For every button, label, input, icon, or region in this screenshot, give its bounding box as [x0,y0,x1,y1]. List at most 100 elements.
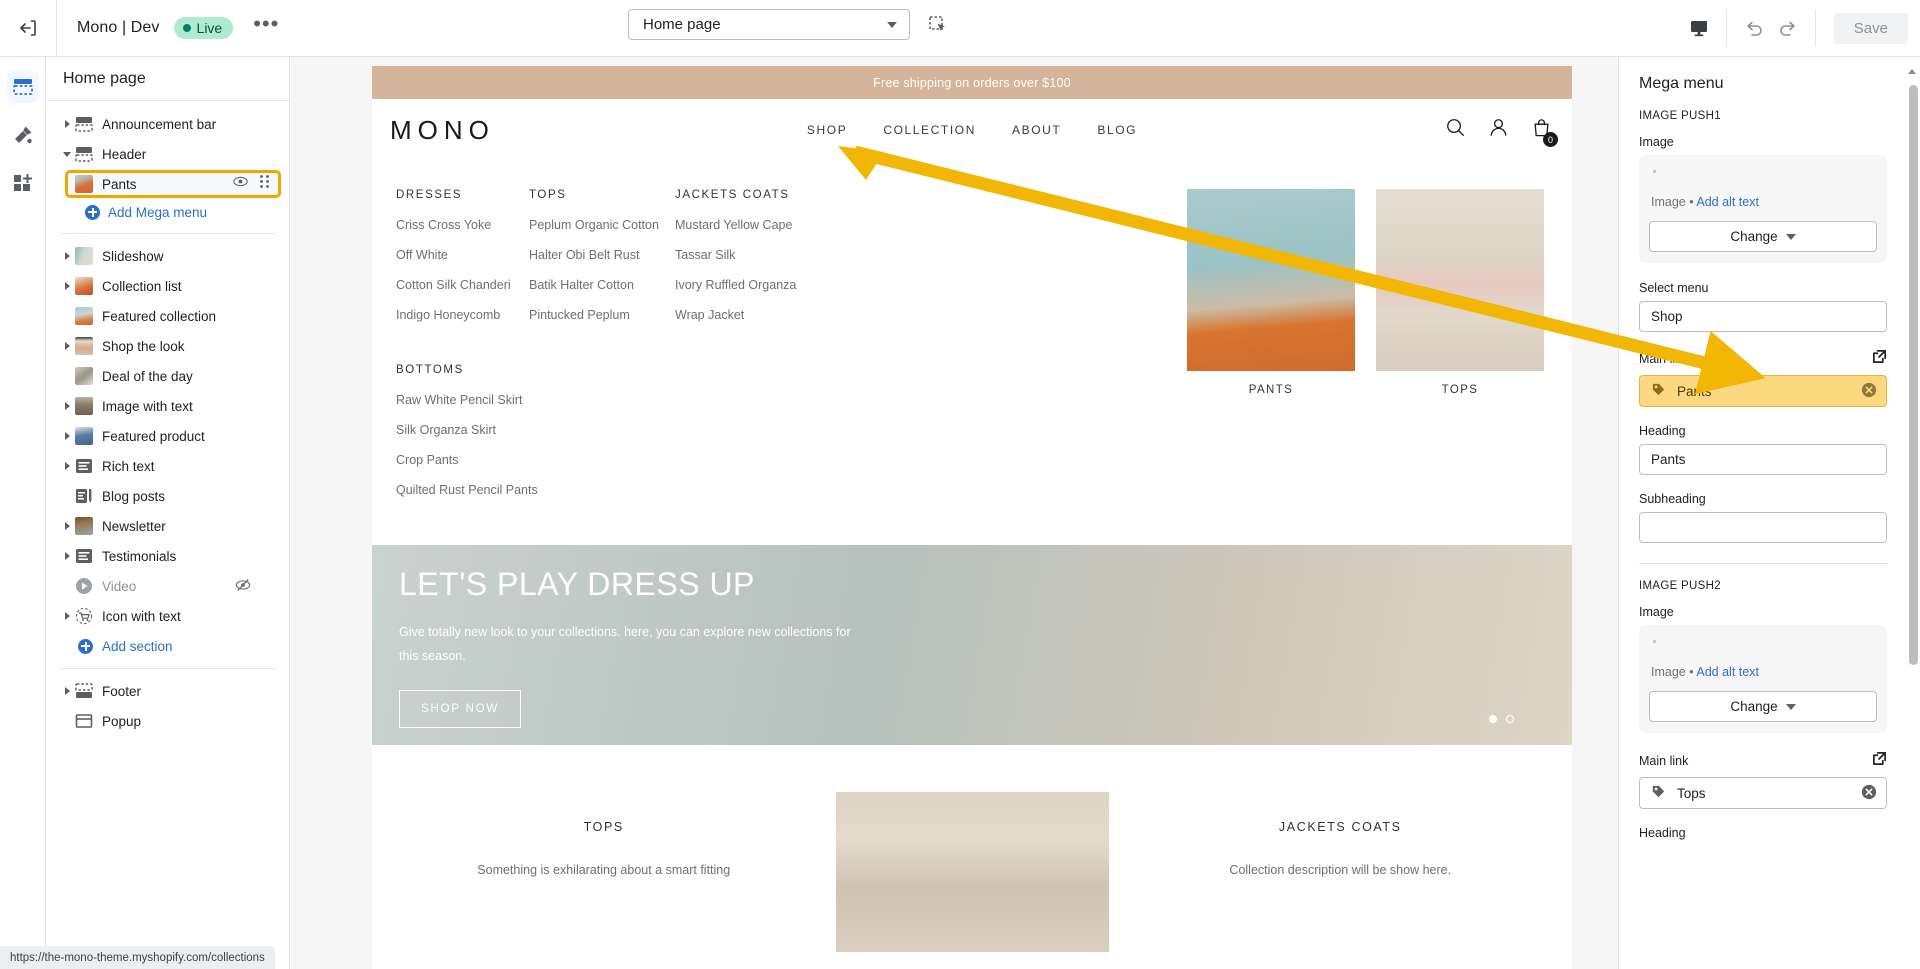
chevron-right-icon[interactable] [61,552,73,560]
chevron-right-icon[interactable] [61,612,73,620]
sidebar-item-header[interactable]: Header [47,139,289,169]
add-alt-text-link-2[interactable]: Add alt text [1696,665,1759,679]
change-image-button-2[interactable]: Change [1649,691,1877,722]
main-link-chip-pants[interactable]: Pants [1639,375,1887,407]
clear-circle-icon[interactable] [1861,382,1877,401]
select-menu-input[interactable] [1639,301,1887,332]
chevron-down-icon[interactable] [61,151,73,157]
chevron-right-icon[interactable] [61,282,73,290]
nav-link-blog[interactable]: BLOG [1097,123,1137,137]
sidebar-item-slideshow[interactable]: Slideshow [47,241,289,271]
sidebar-item-newsletter[interactable]: Newsletter [47,511,289,541]
collection-card-tops[interactable]: TOPS Something is exhilarating about a s… [392,792,816,881]
external-link-icon[interactable] [1872,349,1887,369]
subheading-input-1[interactable] [1639,512,1887,543]
sidebar-item-popup[interactable]: Popup [47,706,289,736]
sections-sidebar: Home page Announcement bar Header Pants [47,57,290,969]
chevron-right-icon[interactable] [61,252,73,260]
rail-apps-button[interactable] [7,167,39,199]
chevron-right-icon[interactable] [61,522,73,530]
search-icon[interactable] [1445,117,1466,143]
hero-slideshow[interactable]: LET'S PLAY DRESS UP Give totally new loo… [372,545,1572,745]
scrollbar-thumb[interactable] [1909,85,1918,665]
add-alt-text-link-1[interactable]: Add alt text [1696,195,1759,209]
undo-button[interactable] [1737,11,1771,45]
settings-panel-scrollbar[interactable] [1906,63,1918,963]
account-icon[interactable] [1488,117,1509,143]
mega-link[interactable]: Mustard Yellow Cape [675,218,821,232]
redo-button[interactable] [1771,11,1805,45]
mega-image-push-2[interactable]: TOPS [1376,189,1544,513]
store-logo[interactable]: MONO [390,115,495,146]
add-section-button[interactable]: Add section [47,631,289,661]
drag-handle-icon[interactable] [259,174,270,194]
sidebar-item-image-with-text[interactable]: Image with text [47,391,289,421]
sidebar-item-deal-of-the-day[interactable]: Deal of the day [47,361,289,391]
sidebar-item-featured-product[interactable]: Featured product [47,421,289,451]
sidebar-block-pants[interactable]: Pants [65,170,281,198]
more-actions-button[interactable]: ••• [247,12,285,38]
chevron-right-icon[interactable] [61,432,73,440]
mega-link[interactable]: Pintucked Peplum [529,308,675,322]
eye-icon[interactable] [233,174,248,194]
image-picker-1[interactable]: Image • Add alt text Change [1639,155,1887,263]
exit-editor-button[interactable] [0,0,57,56]
mega-link[interactable]: Wrap Jacket [675,308,821,322]
page-selector[interactable]: Home page [628,9,910,40]
sidebar-item-testimonials[interactable]: Testimonials [47,541,289,571]
mega-link[interactable]: Quilted Rust Pencil Pants [396,483,538,497]
inspector-select-button[interactable] [926,13,950,37]
sidebar-item-footer[interactable]: Footer [47,676,289,706]
mega-link[interactable]: Crop Pants [396,453,529,467]
hidden-eye-icon[interactable] [235,577,251,596]
mega-link[interactable]: Silk Organza Skirt [396,423,529,437]
mega-link[interactable]: Off White [396,248,529,262]
sidebar-item-shop-the-look[interactable]: Shop the look [47,331,289,361]
chevron-right-icon[interactable] [61,120,73,128]
chevron-right-icon[interactable] [61,342,73,350]
collection-card-center-image[interactable] [835,792,1109,952]
change-image-button-1[interactable]: Change [1649,221,1877,252]
mega-link[interactable]: Tassar Silk [675,248,821,262]
chevron-right-icon[interactable] [61,402,73,410]
hero-shop-now-button[interactable]: SHOP NOW [399,689,522,728]
sidebar-item-collection-list[interactable]: Collection list [47,271,289,301]
chevron-right-icon[interactable] [61,687,73,695]
rail-theme-settings-button[interactable] [7,119,39,151]
rail-sections-button[interactable] [6,71,39,103]
add-mega-menu-button[interactable]: Add Mega menu [47,198,289,226]
external-link-icon[interactable] [1872,751,1887,771]
nav-link-about[interactable]: ABOUT [1012,123,1061,137]
slide-dot[interactable] [1506,715,1514,723]
sidebar-item-blog-posts[interactable]: Blog posts [47,481,289,511]
collection-card-jackets-coats[interactable]: JACKETS COATS Collection description wil… [1129,792,1553,881]
nav-link-shop[interactable]: SHOP [807,123,847,137]
mega-link[interactable]: Batik Halter Cotton [529,278,675,292]
sidebar-item-rich-text[interactable]: Rich text [47,451,289,481]
mega-link[interactable]: Indigo Honeycomb [396,308,529,322]
sidebar-item-video[interactable]: Video [47,571,289,601]
sidebar-item-announcement-bar[interactable]: Announcement bar [47,109,289,139]
sidebar-item-featured-collection[interactable]: Featured collection [47,301,289,331]
mega-link[interactable]: Criss Cross Yoke [396,218,529,232]
sidebar-item-icon-with-text[interactable]: Icon with text [47,601,289,631]
sidebar-item-label: Deal of the day [102,368,193,384]
device-preview-button[interactable] [1682,11,1716,45]
mega-link[interactable]: Ivory Ruffled Organza [675,278,821,292]
image-picker-2[interactable]: Image • Add alt text Change [1639,625,1887,733]
scroll-up-arrow-icon[interactable] [1906,64,1917,78]
cart-icon[interactable]: 0 [1531,117,1558,147]
mega-link[interactable]: Peplum Organic Cotton [529,218,675,232]
nav-link-collection[interactable]: COLLECTION [883,123,976,137]
mega-link[interactable]: Cotton Silk Chanderi [396,278,529,292]
clear-circle-icon[interactable] [1861,784,1877,803]
slide-dot-active[interactable] [1489,715,1497,723]
mega-image-push-1[interactable]: PANTS [1187,189,1355,513]
chevron-right-icon[interactable] [61,462,73,470]
mega-link[interactable]: Raw White Pencil Skirt [396,393,529,407]
main-link-chip-tops[interactable]: Tops [1639,777,1887,809]
mega-link[interactable]: Halter Obi Belt Rust [529,248,675,262]
heading-input-1[interactable] [1639,444,1887,475]
page-selector-value: Home page [643,16,721,33]
save-button[interactable]: Save [1833,12,1908,44]
